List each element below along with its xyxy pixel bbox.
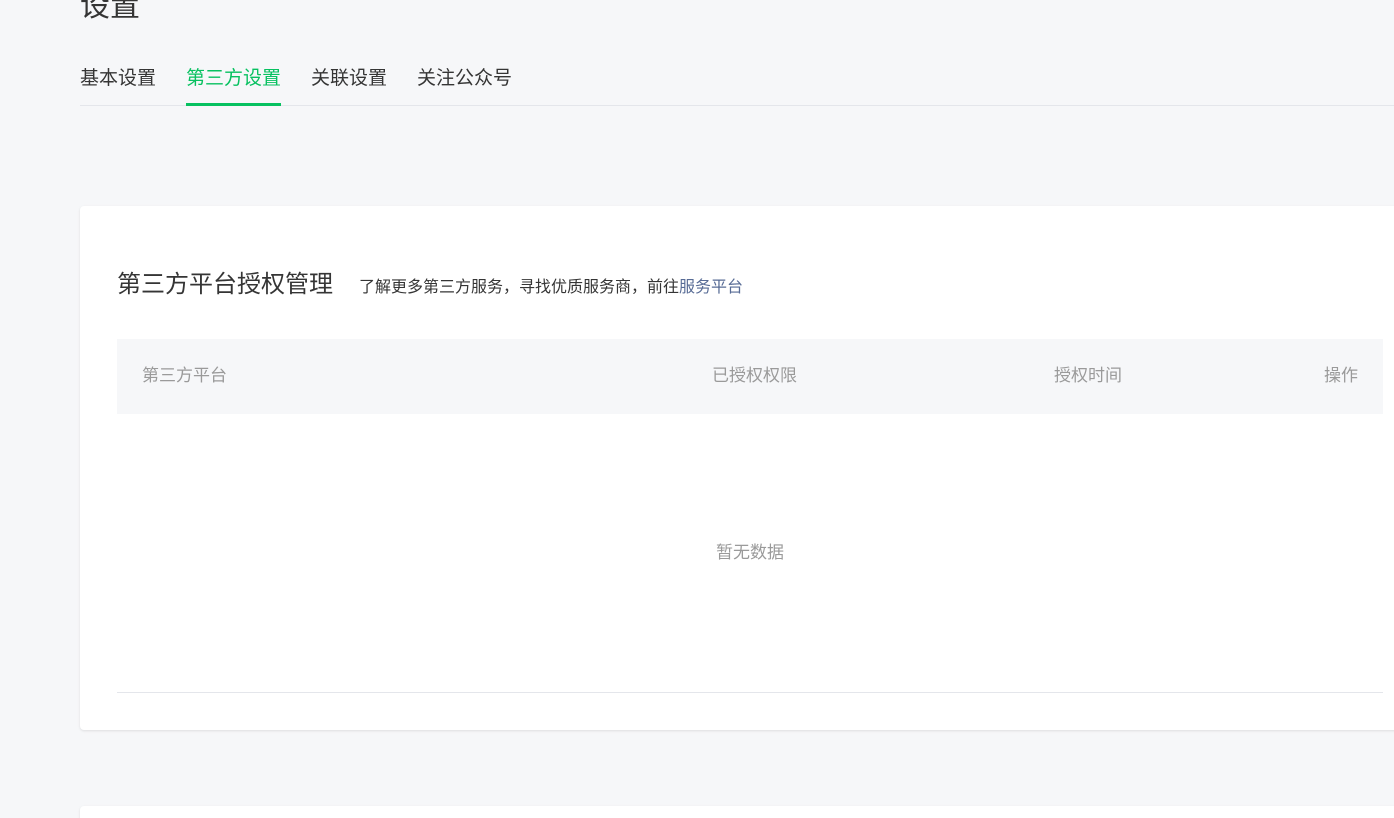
settings-page: 设置 基本设置 第三方设置 关联设置 关注公众号 第三方平台授权管理 了解更多第… [0, 0, 1394, 818]
empty-state-text: 暂无数据 [716, 543, 784, 563]
card-header: 第三方平台授权管理 了解更多第三方服务，寻找优质服务商，前往 服务平台 [117, 264, 743, 299]
table-header: 第三方平台 已授权权限 授权时间 操作 [117, 339, 1383, 414]
tab-basic-settings[interactable]: 基本设置 [80, 54, 156, 105]
column-header-permissions: 已授权权限 [712, 366, 797, 386]
table-empty-state: 暂无数据 [117, 414, 1383, 693]
column-header-auth-time: 授权时间 [1054, 366, 1122, 386]
column-header-actions: 操作 [1324, 366, 1358, 386]
tab-third-party-settings[interactable]: 第三方设置 [186, 54, 282, 106]
tab-association-settings[interactable]: 关联设置 [311, 54, 387, 105]
settings-tabs: 基本设置 第三方设置 关联设置 关注公众号 [80, 54, 1394, 106]
authorization-table: 第三方平台 已授权权限 授权时间 操作 暂无数据 [117, 339, 1383, 693]
service-platform-link[interactable]: 服务平台 [679, 273, 743, 297]
card-description: 了解更多第三方服务，寻找优质服务商，前往 [359, 277, 680, 296]
tab-follow-official-account[interactable]: 关注公众号 [417, 54, 512, 105]
page-title: 设置 [80, 0, 140, 24]
column-header-platform: 第三方平台 [142, 366, 227, 386]
third-party-auth-card: 第三方平台授权管理 了解更多第三方服务，寻找优质服务商，前往 服务平台 第三方平… [80, 206, 1394, 730]
next-settings-card [80, 806, 1394, 818]
card-title: 第三方平台授权管理 [117, 270, 333, 298]
